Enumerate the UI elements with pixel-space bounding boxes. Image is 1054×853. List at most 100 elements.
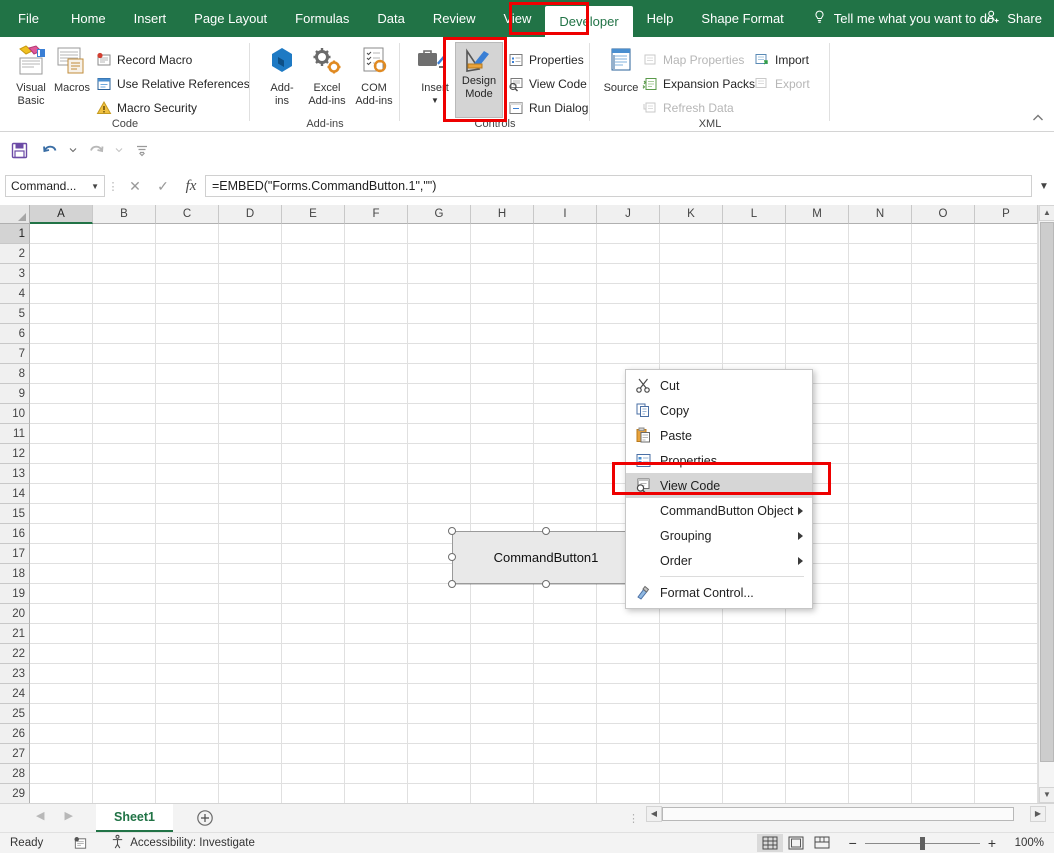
row-header-13[interactable]: 13 xyxy=(0,464,30,484)
cell-F13[interactable] xyxy=(345,464,408,484)
horizontal-scroll-thumb[interactable] xyxy=(662,807,1014,821)
cell-H6[interactable] xyxy=(471,324,534,344)
cell-A10[interactable] xyxy=(30,404,93,424)
ribbon-tab-view[interactable]: View xyxy=(489,0,545,37)
cell-P4[interactable] xyxy=(975,284,1038,304)
cell-N20[interactable] xyxy=(849,604,912,624)
cell-G1[interactable] xyxy=(408,224,471,244)
column-header-M[interactable]: M xyxy=(786,205,849,224)
cell-N25[interactable] xyxy=(849,704,912,724)
cell-C1[interactable] xyxy=(156,224,219,244)
cell-E26[interactable] xyxy=(282,724,345,744)
cell-P11[interactable] xyxy=(975,424,1038,444)
cell-D23[interactable] xyxy=(219,664,282,684)
cell-D9[interactable] xyxy=(219,384,282,404)
cell-P8[interactable] xyxy=(975,364,1038,384)
cell-N16[interactable] xyxy=(849,524,912,544)
cell-C10[interactable] xyxy=(156,404,219,424)
cell-B8[interactable] xyxy=(93,364,156,384)
cell-N23[interactable] xyxy=(849,664,912,684)
macro-security-button[interactable]: Macro Security xyxy=(96,97,197,119)
cell-N21[interactable] xyxy=(849,624,912,644)
cell-D21[interactable] xyxy=(219,624,282,644)
cell-G20[interactable] xyxy=(408,604,471,624)
cell-E22[interactable] xyxy=(282,644,345,664)
cell-L28[interactable] xyxy=(723,764,786,784)
cell-C23[interactable] xyxy=(156,664,219,684)
cell-K7[interactable] xyxy=(660,344,723,364)
zoom-slider-thumb[interactable] xyxy=(919,837,925,850)
cell-D27[interactable] xyxy=(219,744,282,764)
cell-A22[interactable] xyxy=(30,644,93,664)
cell-P3[interactable] xyxy=(975,264,1038,284)
cell-E19[interactable] xyxy=(282,584,345,604)
cell-C4[interactable] xyxy=(156,284,219,304)
cell-P14[interactable] xyxy=(975,484,1038,504)
cell-G4[interactable] xyxy=(408,284,471,304)
page-break-view-icon[interactable] xyxy=(809,834,835,852)
cell-A12[interactable] xyxy=(30,444,93,464)
cell-E11[interactable] xyxy=(282,424,345,444)
row-header-28[interactable]: 28 xyxy=(0,764,30,784)
cell-G28[interactable] xyxy=(408,764,471,784)
cell-K21[interactable] xyxy=(660,624,723,644)
context-menu[interactable]: Cut Copy Paste Properties View Code Comm… xyxy=(625,369,813,609)
cell-A15[interactable] xyxy=(30,504,93,524)
cell-G21[interactable] xyxy=(408,624,471,644)
cell-O23[interactable] xyxy=(912,664,975,684)
cell-E17[interactable] xyxy=(282,544,345,564)
cell-L6[interactable] xyxy=(723,324,786,344)
cell-F22[interactable] xyxy=(345,644,408,664)
cell-N19[interactable] xyxy=(849,584,912,604)
cell-P2[interactable] xyxy=(975,244,1038,264)
redo-icon[interactable] xyxy=(83,137,109,163)
cell-E5[interactable] xyxy=(282,304,345,324)
cell-O25[interactable] xyxy=(912,704,975,724)
cell-I3[interactable] xyxy=(534,264,597,284)
cell-O4[interactable] xyxy=(912,284,975,304)
cell-F18[interactable] xyxy=(345,564,408,584)
cell-L5[interactable] xyxy=(723,304,786,324)
cell-H7[interactable] xyxy=(471,344,534,364)
resize-handle-s[interactable] xyxy=(542,580,550,588)
cell-P16[interactable] xyxy=(975,524,1038,544)
cell-M6[interactable] xyxy=(786,324,849,344)
cell-K4[interactable] xyxy=(660,284,723,304)
run-dialog-button[interactable]: Run Dialog xyxy=(508,97,588,119)
ribbon-tab-home[interactable]: Home xyxy=(57,0,120,37)
cell-B3[interactable] xyxy=(93,264,156,284)
cell-J29[interactable] xyxy=(597,784,660,803)
cell-B17[interactable] xyxy=(93,544,156,564)
cell-L29[interactable] xyxy=(723,784,786,803)
column-header-G[interactable]: G xyxy=(408,205,471,224)
cell-M21[interactable] xyxy=(786,624,849,644)
cell-B10[interactable] xyxy=(93,404,156,424)
cell-O17[interactable] xyxy=(912,544,975,564)
cell-A28[interactable] xyxy=(30,764,93,784)
cell-A24[interactable] xyxy=(30,684,93,704)
cell-O1[interactable] xyxy=(912,224,975,244)
context-menu-item-cut[interactable]: Cut xyxy=(626,373,812,398)
cell-O19[interactable] xyxy=(912,584,975,604)
row-header-21[interactable]: 21 xyxy=(0,624,30,644)
context-menu-item-format-control[interactable]: Format Control... xyxy=(626,580,812,605)
cell-N18[interactable] xyxy=(849,564,912,584)
cell-N27[interactable] xyxy=(849,744,912,764)
cell-I20[interactable] xyxy=(534,604,597,624)
cell-C27[interactable] xyxy=(156,744,219,764)
view-code-ribbon-button[interactable]: View Code xyxy=(508,73,587,95)
cell-I6[interactable] xyxy=(534,324,597,344)
chevron-down-icon[interactable]: ▼ xyxy=(408,95,462,108)
cell-A25[interactable] xyxy=(30,704,93,724)
cell-A21[interactable] xyxy=(30,624,93,644)
cell-G24[interactable] xyxy=(408,684,471,704)
cell-B28[interactable] xyxy=(93,764,156,784)
cell-I2[interactable] xyxy=(534,244,597,264)
command-button-control[interactable]: CommandButton1 xyxy=(452,531,640,584)
cell-I29[interactable] xyxy=(534,784,597,803)
cell-J27[interactable] xyxy=(597,744,660,764)
cell-P10[interactable] xyxy=(975,404,1038,424)
zoom-level[interactable]: 100% xyxy=(1010,837,1044,849)
cell-D15[interactable] xyxy=(219,504,282,524)
cell-O29[interactable] xyxy=(912,784,975,803)
